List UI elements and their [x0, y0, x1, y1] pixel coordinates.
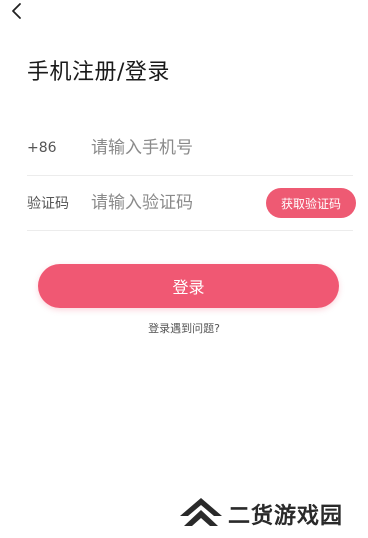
watermark-text: 二货游戏园: [228, 504, 344, 529]
watermark-logo-icon: [180, 498, 222, 526]
login-button[interactable]: 登录: [38, 264, 339, 308]
code-row: 验证码 获取验证码: [27, 176, 356, 231]
get-code-button[interactable]: 获取验证码: [266, 188, 356, 218]
page-title: 手机注册/登录: [27, 60, 170, 85]
phone-row: +86: [27, 121, 353, 176]
phone-input[interactable]: [91, 138, 353, 158]
country-code-label: +86: [27, 140, 57, 156]
chevron-left-icon: [10, 1, 24, 25]
code-label: 验证码: [27, 196, 69, 212]
login-help-link[interactable]: 登录遇到问题?: [0, 320, 368, 336]
back-button[interactable]: [6, 2, 28, 24]
watermark: 二货游戏园: [178, 494, 343, 534]
